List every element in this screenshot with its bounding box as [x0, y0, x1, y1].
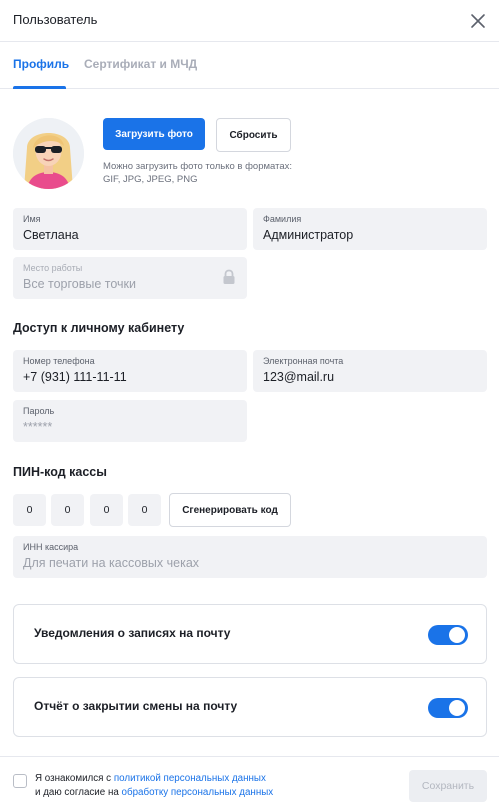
email-label: Электронная почта [263, 356, 344, 366]
cashier-inn-label: ИНН кассира [23, 542, 79, 552]
toggle-knob [449, 700, 465, 716]
access-section-title: Доступ к личному кабинету [13, 321, 185, 335]
first-name-label: Имя [23, 214, 41, 224]
pin-digit-4[interactable]: 0 [128, 494, 161, 526]
pin-digit-1[interactable]: 0 [13, 494, 46, 526]
shift-report-label: Отчёт о закрытии смены на почту [34, 699, 238, 713]
notification-records-label: Уведомления о записях на почту [34, 626, 231, 640]
generate-code-button[interactable]: Сгенерировать код [169, 493, 291, 527]
avatar-illustration [13, 118, 84, 189]
pin-digit-3[interactable]: 0 [90, 494, 123, 526]
workplace-field: Место работы Все торговые точки [13, 257, 247, 299]
lock-icon [223, 269, 235, 284]
reset-photo-button[interactable]: Сбросить [216, 118, 291, 152]
avatar [13, 118, 84, 189]
privacy-policy-link[interactable]: политикой персональных данных [114, 773, 266, 784]
consent-checkbox[interactable] [13, 774, 27, 788]
last-name-field[interactable]: Фамилия Администратор [253, 208, 487, 250]
cashier-inn-placeholder: Для печати на кассовых чеках [23, 556, 200, 570]
shift-report-toggle[interactable] [428, 698, 468, 718]
active-tab-indicator [13, 86, 66, 89]
workplace-label: Место работы [23, 263, 83, 273]
dialog-title: Пользователь [13, 12, 98, 27]
workplace-value: Все торговые точки [23, 277, 137, 291]
first-name-field[interactable]: Имя Светлана [13, 208, 247, 250]
dialog-header: Пользователь [0, 0, 499, 42]
email-field[interactable]: Электронная почта 123@mail.ru [253, 350, 487, 392]
last-name-value: Администратор [263, 228, 354, 242]
data-processing-link[interactable]: обработку персональных данных [122, 787, 274, 798]
notification-card-shift-report: Отчёт о закрытии смены на почту [13, 677, 487, 737]
first-name-value: Светлана [23, 228, 79, 242]
phone-label: Номер телефона [23, 356, 95, 366]
pin-section-title: ПИН-код кассы [13, 465, 107, 479]
tab-bar: Профиль Сертификат и МЧД [0, 42, 499, 89]
pin-digit-2[interactable]: 0 [51, 494, 84, 526]
consent-text: Я ознакомился с политикой персональных д… [35, 772, 273, 800]
upload-photo-button[interactable]: Загрузить фото [103, 118, 205, 150]
last-name-label: Фамилия [263, 214, 302, 224]
password-label: Пароль [23, 406, 55, 416]
toggle-knob [449, 627, 465, 643]
cashier-inn-field[interactable]: ИНН кассира Для печати на кассовых чеках [13, 536, 487, 578]
password-field[interactable]: Пароль ****** [13, 400, 247, 442]
email-value: 123@mail.ru [263, 370, 335, 384]
notification-records-toggle[interactable] [428, 625, 468, 645]
tab-profile[interactable]: Профиль [13, 57, 69, 71]
photo-hint-line2: GIF, JPG, JPEG, PNG [103, 174, 198, 185]
photo-hint-line1: Можно загрузить фото только в форматах: [103, 161, 293, 172]
dialog-footer: Я ознакомился с политикой персональных д… [0, 756, 499, 810]
save-button[interactable]: Сохранить [409, 770, 487, 802]
consent-text-part2: и даю согласие на [35, 787, 122, 798]
phone-value: +7 (931) 111-11-11 [23, 370, 127, 384]
consent-text-part1: Я ознакомился с [35, 773, 114, 784]
password-value: ****** [23, 420, 53, 434]
phone-field[interactable]: Номер телефона +7 (931) 111-11-11 [13, 350, 247, 392]
notification-card-records: Уведомления о записях на почту [13, 604, 487, 664]
close-icon[interactable] [468, 11, 488, 31]
tab-certificate[interactable]: Сертификат и МЧД [84, 57, 197, 71]
photo-format-hint: Можно загрузить фото только в форматах: … [103, 160, 343, 186]
